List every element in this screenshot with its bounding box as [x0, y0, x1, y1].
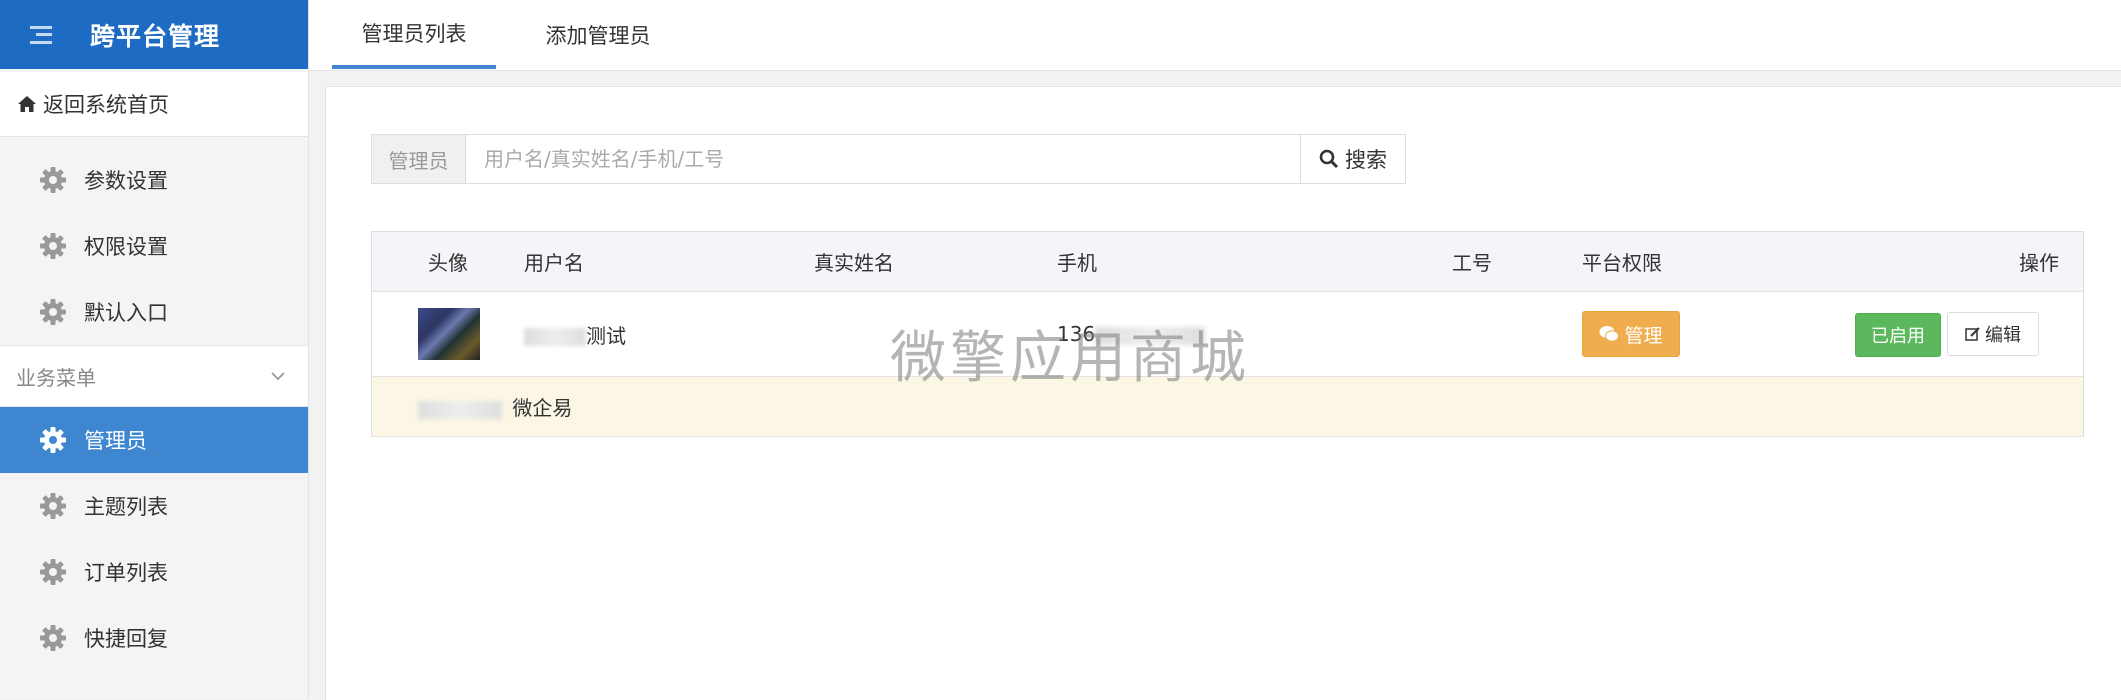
app-title: 跨平台管理: [90, 21, 221, 51]
header-username: 用户名: [524, 231, 814, 292]
wechat-icon: [1599, 326, 1620, 342]
header-employee-no: 工号: [1452, 231, 1582, 292]
sidebar-item-label: 权限设置: [84, 235, 168, 259]
sidebar-item-permissions[interactable]: 权限设置: [0, 213, 308, 279]
tab-add-admin[interactable]: 添加管理员: [515, 0, 681, 69]
header-actions: 操作: [1782, 231, 2084, 292]
edit-button-label: 编辑: [1985, 324, 2021, 346]
sidebar-item-params[interactable]: 参数设置: [0, 147, 308, 213]
gear-icon: [40, 233, 66, 259]
status-enabled-button[interactable]: 已启用: [1855, 312, 1941, 357]
employee-no-cell: [1452, 291, 1582, 377]
realname-cell: [814, 291, 1057, 377]
search-button-label: 搜索: [1345, 148, 1387, 172]
gear-icon: [40, 493, 66, 519]
phone-cell: 136: [1057, 291, 1452, 377]
chevron-down-icon: [271, 372, 285, 381]
username-text: 测试: [586, 323, 626, 348]
admin-table: 头像 用户名 真实姓名 手机 工号 平台权限 操作 测试 136 管理 已启用 …: [371, 231, 2084, 437]
phone-text: 136: [1057, 322, 1096, 346]
sidebar-item-label: 管理员: [84, 429, 147, 453]
header-avatar: 头像: [371, 231, 524, 292]
tab-bar: 管理员列表 添加管理员: [309, 0, 2121, 71]
manage-button[interactable]: 管理: [1582, 311, 1680, 357]
platform-perm-cell: 管理: [1582, 291, 1782, 377]
menu-toggle-icon[interactable]: [30, 25, 52, 44]
section-business-menu[interactable]: 业务菜单: [0, 345, 308, 407]
gear-icon: [40, 299, 66, 325]
search-button[interactable]: 搜索: [1300, 134, 1406, 184]
sidebar-item-orders[interactable]: 订单列表: [0, 539, 308, 605]
redacted-subtext: [418, 400, 502, 419]
nav-top: 参数设置 权限设置 默认入口: [0, 147, 308, 345]
manage-button-label: 管理: [1624, 324, 1663, 347]
sidebar-item-label: 快捷回复: [84, 627, 168, 651]
header-platform-perm: 平台权限: [1582, 231, 1782, 292]
sidebar-item-topics[interactable]: 主题列表: [0, 473, 308, 539]
avatar-cell: [371, 291, 524, 377]
gear-icon: [40, 427, 66, 453]
table-header-row: 头像 用户名 真实姓名 手机 工号 平台权限 操作: [371, 231, 2084, 292]
back-home-link[interactable]: 返回系统首页: [0, 72, 308, 137]
sidebar-item-label: 默认入口: [84, 301, 168, 325]
gear-icon: [40, 625, 66, 651]
avatar: [418, 308, 480, 360]
subrow-text: 微企易: [512, 396, 573, 420]
username-cell: 测试: [524, 291, 814, 377]
sidebar: 跨平台管理 返回系统首页 参数设置 权限设置 默认入口 业务菜单 管理员 主题列…: [0, 0, 309, 699]
table-row: 测试 136 管理 已启用 编辑: [371, 291, 2084, 377]
section-title-label: 业务菜单: [16, 365, 96, 390]
redacted-phone: [1095, 326, 1206, 345]
sidebar-item-admins[interactable]: 管理员: [0, 407, 308, 473]
table-subrow: 微企易: [371, 376, 2084, 437]
sidebar-item-quick-reply[interactable]: 快捷回复: [0, 605, 308, 671]
search-bar: 管理员 搜索: [371, 134, 1406, 184]
edit-button[interactable]: 编辑: [1947, 311, 2039, 356]
sidebar-item-label: 主题列表: [84, 495, 168, 519]
gear-icon: [40, 559, 66, 585]
subrow-cell: 微企易: [371, 376, 2084, 437]
home-icon: [18, 96, 36, 112]
sidebar-item-label: 参数设置: [84, 169, 168, 193]
gear-icon: [40, 167, 66, 193]
search-icon: [1319, 149, 1339, 169]
nav-business: 管理员 主题列表 订单列表 快捷回复: [0, 407, 308, 671]
search-input[interactable]: [466, 134, 1300, 184]
sidebar-item-label: 订单列表: [84, 561, 168, 585]
sidebar-item-default-entry[interactable]: 默认入口: [0, 279, 308, 345]
header-phone: 手机: [1057, 231, 1452, 292]
edit-icon: [1965, 326, 1980, 341]
actions-cell: 已启用 编辑: [1782, 291, 2084, 377]
main-panel: 管理员 搜索 头像 用户名 真实姓名 手机 工号 平台权限 操作 测试: [325, 86, 2121, 700]
back-home-label: 返回系统首页: [43, 93, 169, 117]
header-realname: 真实姓名: [814, 231, 1057, 292]
brand-header: 跨平台管理: [0, 0, 308, 69]
search-addon-label: 管理员: [371, 134, 466, 184]
tab-admin-list[interactable]: 管理员列表: [332, 0, 496, 69]
redacted-username: [524, 328, 586, 346]
